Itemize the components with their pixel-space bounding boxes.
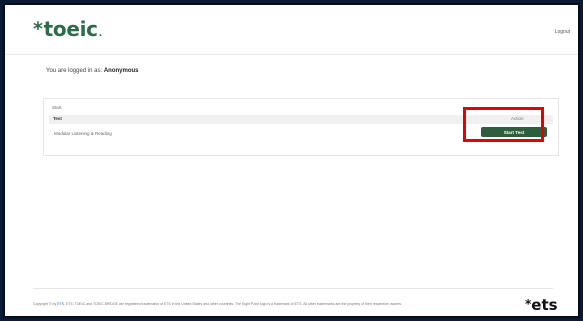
highlight-box bbox=[463, 107, 544, 142]
panel-title: Start bbox=[52, 105, 62, 110]
logo-dot: . bbox=[98, 29, 102, 39]
copyright-prefix: Copyright © by bbox=[33, 302, 57, 306]
login-status: You are logged in as: Anonymous bbox=[46, 68, 139, 74]
ets-link[interactable]: ETS bbox=[57, 302, 64, 306]
copyright-text: . ETS, TOEIC and TOEIC BRIDGE are regist… bbox=[64, 302, 402, 306]
browser-viewport: *toeic. Logout You are logged in as: Ano… bbox=[3, 3, 580, 318]
ets-asterisk-icon: * bbox=[525, 297, 532, 311]
column-header-test: Test bbox=[53, 116, 62, 121]
footer-divider bbox=[33, 288, 553, 289]
app-header: *toeic. Logout bbox=[5, 5, 578, 55]
table-row-test-name: Modular Listening & Reading bbox=[54, 131, 112, 136]
logout-link[interactable]: Logout bbox=[555, 29, 570, 35]
ets-logo-text: ets bbox=[531, 296, 558, 314]
login-status-label: You are logged in as: bbox=[46, 68, 103, 74]
footer-copyright: Copyright © by ETS. ETS, TOEIC and TOEIC… bbox=[33, 302, 493, 306]
logo-text: toeic bbox=[43, 17, 98, 41]
username: Anonymous bbox=[103, 68, 139, 74]
asterisk-logo-icon: * bbox=[33, 18, 43, 40]
ets-logo: *ets bbox=[525, 296, 558, 314]
toeic-logo: *toeic. bbox=[33, 17, 102, 41]
